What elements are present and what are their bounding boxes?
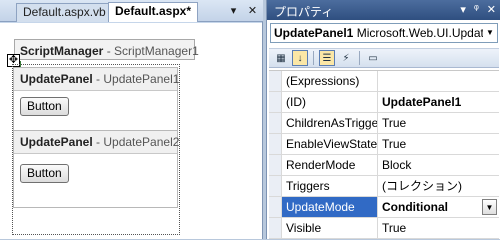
tab-strip-tools: ▾ ✕ — [227, 4, 259, 18]
row-gutter — [269, 155, 282, 175]
designer-pane: Default.aspx.vb Default.aspx* ▾ ✕ Script… — [0, 0, 263, 239]
close-icon[interactable]: ✕ — [246, 5, 259, 18]
property-row[interactable]: EnableViewState True — [269, 134, 499, 155]
scriptmanager-control[interactable]: ScriptManager - ScriptManager1 — [14, 39, 199, 60]
window-position-icon[interactable]: ▾ — [460, 3, 466, 16]
row-gutter — [269, 134, 282, 154]
property-name: (Expressions) — [282, 71, 378, 91]
categorized-icon[interactable]: ▦ — [273, 50, 289, 66]
property-row[interactable]: (Expressions) — [269, 71, 499, 92]
window-list-icon[interactable]: ▾ — [227, 5, 240, 18]
design-surface[interactable]: ScriptManager - ScriptManager1 ✥ UpdateP… — [0, 23, 262, 239]
control-id-label: ScriptManager1 — [114, 44, 199, 58]
document-tab-strip: Default.aspx.vb Default.aspx* ▾ ✕ — [0, 0, 263, 22]
property-value[interactable]: True — [378, 134, 499, 154]
separator: - — [103, 44, 115, 58]
updatepanel-header: UpdatePanel - UpdatePanel1 — [14, 68, 179, 91]
scriptmanager-title: ScriptManager - ScriptManager1 — [20, 44, 199, 58]
property-pages-icon[interactable]: ▭ — [365, 50, 381, 66]
control-id-label: UpdatePanel1 — [103, 72, 180, 86]
row-gutter — [269, 113, 282, 133]
property-name: EnableViewState — [282, 134, 378, 154]
property-value[interactable]: True — [378, 113, 499, 133]
separator: - — [92, 135, 104, 149]
separator: - — [92, 72, 104, 86]
property-row[interactable]: Visible True — [269, 218, 499, 239]
object-name: UpdatePanel1 — [274, 26, 354, 40]
close-icon[interactable]: ✕ — [487, 3, 496, 16]
property-value[interactable]: (コレクション) — [378, 176, 499, 196]
property-value[interactable] — [378, 71, 499, 91]
property-row[interactable]: Triggers (コレクション) — [269, 176, 499, 197]
properties-window: プロパティ ▾ ᵠ ✕ UpdatePanel1 Microsoft.Web.U… — [266, 0, 500, 239]
property-name: RenderMode — [282, 155, 378, 175]
chevron-down-icon[interactable]: ▼ — [483, 24, 497, 42]
property-name: Triggers — [282, 176, 378, 196]
properties-toolbar: ▦ ↓ ☰ ⚡ ▭ — [269, 48, 499, 68]
button-control[interactable]: Button — [20, 164, 69, 183]
row-gutter — [269, 197, 282, 217]
property-value[interactable]: UpdatePanel1 — [378, 92, 499, 112]
properties-title-bar: プロパティ ▾ ᵠ ✕ — [267, 0, 500, 20]
toolbar-separator — [359, 51, 360, 65]
property-value[interactable]: True — [378, 218, 499, 238]
row-gutter — [269, 92, 282, 112]
property-name: UpdateMode — [282, 197, 378, 217]
property-row[interactable]: ChildrenAsTriggers True — [269, 113, 499, 134]
updatepanel-2[interactable]: UpdatePanel - UpdatePanel2 Button — [13, 130, 179, 208]
object-type: Microsoft.Web.UI.Update — [356, 26, 491, 40]
properties-title: プロパティ — [274, 5, 334, 19]
tab-default-aspx[interactable]: Default.aspx* — [108, 2, 199, 22]
row-gutter — [269, 176, 282, 196]
title-bar-tools: ▾ ᵠ ✕ — [460, 3, 496, 16]
property-name: Visible — [282, 218, 378, 238]
control-type-label: UpdatePanel — [20, 135, 93, 149]
property-name: (ID) — [282, 92, 378, 112]
tab-default-aspx-vb[interactable]: Default.aspx.vb — [16, 3, 113, 22]
alphabetical-icon[interactable]: ↓ — [292, 50, 308, 66]
events-icon[interactable]: ⚡ — [338, 50, 354, 66]
property-value[interactable]: Conditional — [378, 197, 499, 217]
button-control[interactable]: Button — [20, 97, 69, 116]
pin-icon[interactable]: ᵠ — [474, 3, 479, 16]
updatepanel-title: UpdatePanel - UpdatePanel1 — [20, 72, 179, 86]
properties-icon[interactable]: ☰ — [319, 50, 335, 66]
property-row[interactable]: (ID) UpdatePanel1 — [269, 92, 499, 113]
property-name: ChildrenAsTriggers — [282, 113, 378, 133]
updatepanel-header: UpdatePanel - UpdatePanel2 — [14, 131, 179, 154]
property-row-selected[interactable]: UpdateMode Conditional ▼ — [269, 197, 499, 218]
object-selector[interactable]: UpdatePanel1 Microsoft.Web.UI.Update ▼ — [270, 23, 498, 43]
chevron-down-icon[interactable]: ▼ — [482, 199, 497, 215]
control-id-label: UpdatePanel2 — [103, 135, 180, 149]
property-grid: (Expressions) (ID) UpdatePanel1 Children… — [269, 70, 499, 239]
control-type-label: ScriptManager — [20, 44, 104, 58]
row-gutter — [269, 218, 282, 238]
toolbar-separator — [313, 51, 314, 65]
updatepanel-title: UpdatePanel - UpdatePanel2 — [20, 135, 179, 149]
property-value[interactable]: Block — [378, 155, 499, 175]
row-gutter — [269, 71, 282, 91]
control-type-label: UpdatePanel — [20, 72, 93, 86]
property-row[interactable]: RenderMode Block — [269, 155, 499, 176]
